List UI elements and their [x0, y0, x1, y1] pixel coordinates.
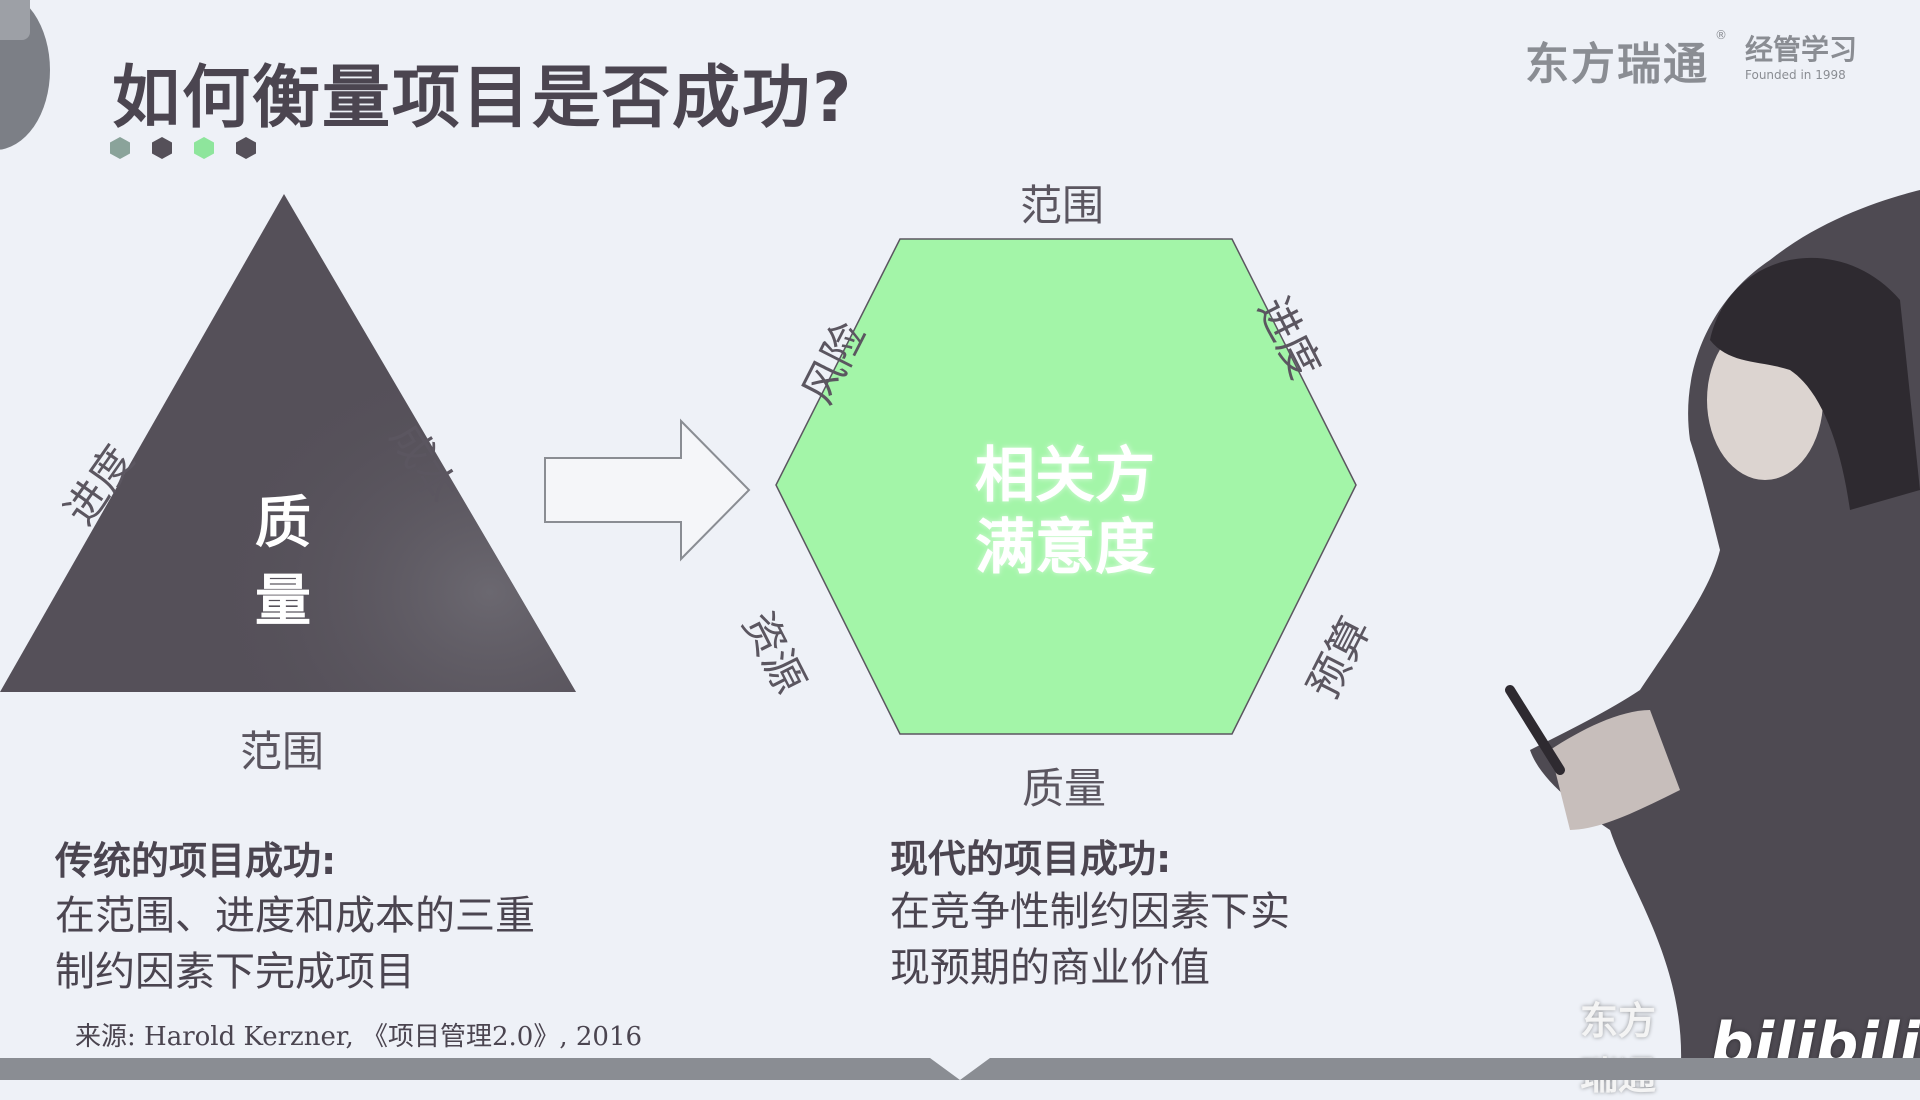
hexagon-center-line1: 相关方 [975, 441, 1155, 511]
hexagon-center-line2: 满意度 [975, 513, 1155, 583]
modern-title: 现代的项目成功: [890, 837, 1172, 881]
dot-4 [236, 137, 256, 159]
source-citation: 来源: Harold Kerzner, 《项目管理2.0》, 2016 [75, 1022, 643, 1052]
logo-registered: ® [1715, 28, 1727, 42]
traditional-title: 传统的项目成功: [55, 839, 337, 883]
dot-2 [152, 137, 172, 159]
hexagon-label-bottom: 质量 [1022, 764, 1107, 813]
watermark-name: 东方瑞通 [1580, 999, 1657, 1098]
traditional-body: 在范围、进度和成本的三重 制约因素下完成项目 [55, 888, 535, 1000]
modern-body: 在竞争性制约因素下实 现预期的商业价值 [890, 884, 1290, 996]
logo-name: 东方瑞通 [1525, 39, 1709, 90]
slide-title: 如何衡量项目是否成功? [112, 59, 854, 138]
bottom-notch-icon [930, 1058, 990, 1080]
brand-logo: 东方瑞通 ® 经管学习 Founded in 1998 [1525, 28, 1857, 92]
hexagon-center-text: 相关方 满意度 [945, 440, 1185, 584]
hexagon-label-top: 范围 [1020, 181, 1105, 230]
triangle-center-bottom: 量 [255, 569, 311, 634]
dot-1 [110, 137, 130, 159]
corner-chip [0, 0, 30, 40]
logo-sub: 经管学习 Founded in 1998 [1745, 28, 1857, 82]
presenter-image [1505, 190, 1920, 1080]
traditional-line2: 制约因素下完成项目 [55, 949, 415, 995]
dot-3 [194, 137, 214, 159]
modern-line1: 在竞争性制约因素下实 [890, 889, 1290, 935]
modern-line2: 现预期的商业价值 [890, 945, 1210, 991]
arrow-right-icon [544, 418, 751, 562]
bilibili-watermark: 东方瑞通 bilibili [1580, 990, 1920, 1100]
triangle-label-bottom: 范围 [240, 727, 325, 776]
traditional-line1: 在范围、进度和成本的三重 [55, 893, 535, 939]
triangle-center-top: 质 [255, 491, 311, 556]
logo-sub-tagline: Founded in 1998 [1745, 68, 1846, 82]
title-dots [110, 137, 256, 159]
logo-sub-name: 经管学习 [1745, 33, 1858, 66]
